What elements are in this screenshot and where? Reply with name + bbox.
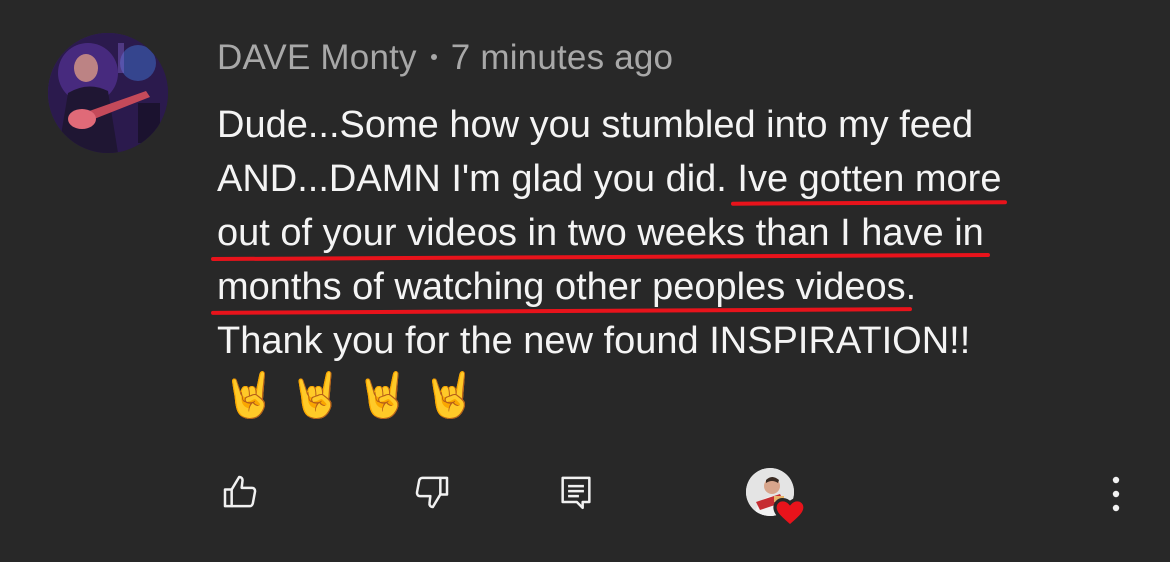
- thumbs-up-icon: [223, 475, 257, 508]
- avatar-image: [48, 33, 168, 153]
- comment-line: out of your videos in two weeks than I h…: [217, 206, 1137, 260]
- highlighted-text: months of watching other peoples videos: [217, 266, 906, 308]
- comment-action-bar: [0, 460, 1170, 530]
- comment-meta: DAVE Monty 7 minutes ago: [217, 38, 673, 78]
- highlighted-text: out of your videos in two weeks than I h…: [217, 212, 984, 254]
- comment-timestamp[interactable]: 7 minutes ago: [451, 38, 673, 77]
- comment-line: Dude...Some how you stumbled into my fee…: [217, 98, 1137, 152]
- comment-text-segment: .: [905, 266, 917, 308]
- reply-comment-icon: [561, 476, 591, 510]
- comment-text: Dude...Some how you stumbled into my fee…: [217, 98, 1137, 368]
- creator-heart-icon: [773, 498, 807, 529]
- comment-line: Thank you for the new found INSPIRATION!…: [217, 314, 1137, 368]
- separator-dot: [430, 53, 437, 60]
- comment-text-segment: Thank you for the new found INSPIRATION!…: [217, 320, 971, 362]
- author-name[interactable]: DAVE Monty: [217, 38, 417, 77]
- thumbs-down-icon: [415, 476, 449, 509]
- comment-text-segment: Dude...Some how you stumbled into my fee…: [217, 104, 974, 146]
- reply-button[interactable]: [554, 470, 598, 514]
- more-options-button[interactable]: [1096, 472, 1136, 516]
- comment-line: AND...DAMN I'm glad you did. Ive gotten …: [217, 152, 1137, 206]
- creator-heart-button[interactable]: [746, 468, 810, 532]
- dislike-button[interactable]: [410, 470, 454, 514]
- more-vertical-icon: [1112, 476, 1120, 512]
- author-avatar[interactable]: [48, 33, 168, 153]
- comment-line: months of watching other peoples videos.: [217, 260, 1137, 314]
- comment-text-segment: AND...DAMN I'm glad you did.: [217, 158, 738, 200]
- rock-on-emojis: 🤘🤘🤘🤘: [222, 371, 490, 420]
- highlighted-text: Ive gotten more: [737, 158, 1002, 200]
- like-button[interactable]: [218, 470, 262, 514]
